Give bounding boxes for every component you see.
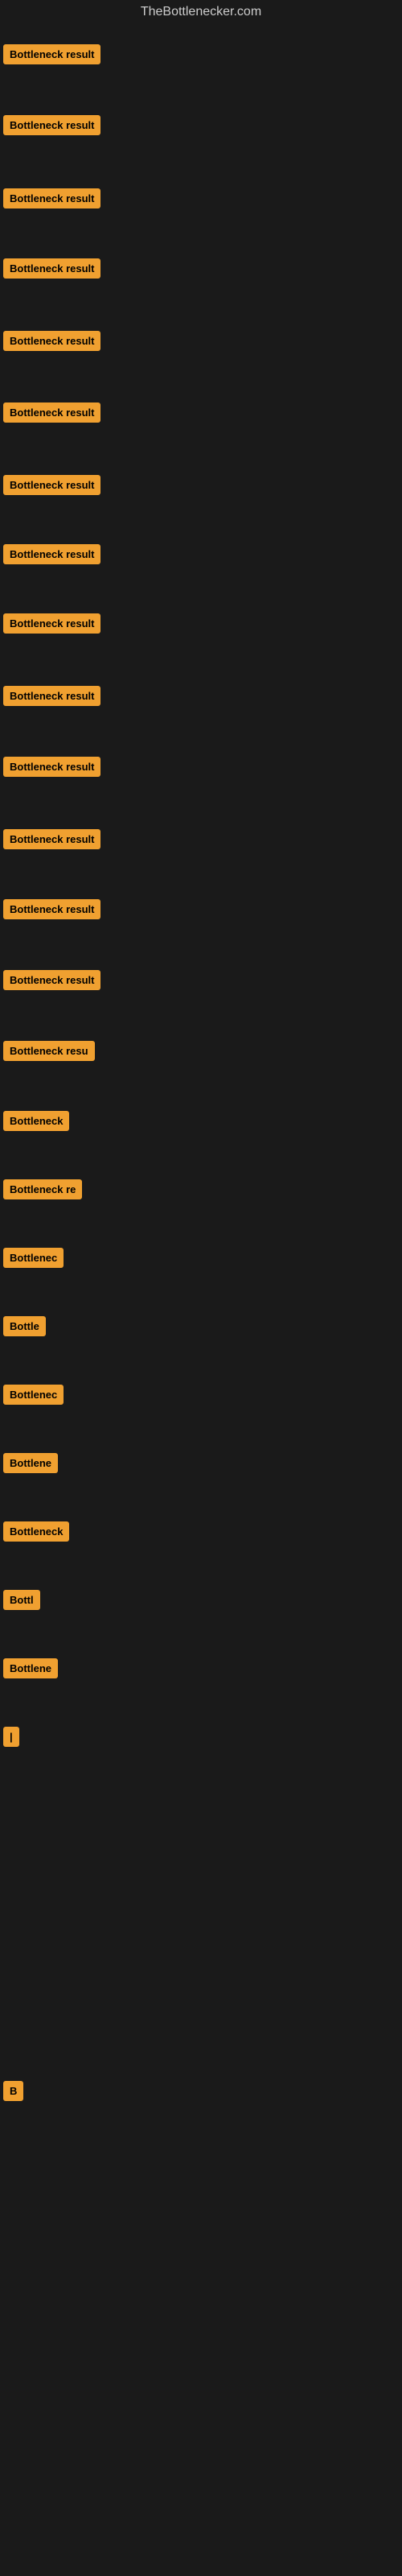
bottleneck-item-14: Bottleneck result [3,970,100,990]
bottleneck-badge-2[interactable]: Bottleneck result [3,115,100,135]
bottleneck-item-16: Bottleneck [3,1111,69,1131]
bottleneck-badge-21[interactable]: Bottlene [3,1453,58,1473]
bottleneck-item-15: Bottleneck resu [3,1041,95,1061]
bottleneck-badge-14[interactable]: Bottleneck result [3,970,100,990]
bottleneck-item-13: Bottleneck result [3,899,100,919]
bottleneck-item-20: Bottlenec [3,1385,64,1405]
bottleneck-item-24: Bottlene [3,1658,58,1678]
bottleneck-badge-10[interactable]: Bottleneck result [3,686,100,706]
site-title: TheBottlenecker.com [0,0,402,24]
bottleneck-badge-24[interactable]: Bottlene [3,1658,58,1678]
bottleneck-badge-11[interactable]: Bottleneck result [3,757,100,777]
page-wrapper: TheBottlenecker.com Bottleneck result Bot… [0,0,402,2576]
bottleneck-badge-22[interactable]: Bottleneck [3,1521,69,1542]
bottleneck-item-21: Bottlene [3,1453,58,1473]
bottleneck-item-3: Bottleneck result [3,188,100,208]
bottleneck-item-25: | [3,1727,19,1747]
bottleneck-item-12: Bottleneck result [3,829,100,849]
bottleneck-item-8: Bottleneck result [3,544,100,564]
bottleneck-badge-5[interactable]: Bottleneck result [3,331,100,351]
bottleneck-item-18: Bottlenec [3,1248,64,1268]
bottleneck-badge-25[interactable]: | [3,1727,19,1747]
bottleneck-item-1: Bottleneck result [3,44,100,64]
bottleneck-item-19: Bottle [3,1316,46,1336]
bottleneck-badge-13[interactable]: Bottleneck result [3,899,100,919]
bottleneck-item-7: Bottleneck result [3,475,100,495]
bottleneck-item-17: Bottleneck re [3,1179,82,1199]
bottleneck-badge-17[interactable]: Bottleneck re [3,1179,82,1199]
bottleneck-badge-7[interactable]: Bottleneck result [3,475,100,495]
bottleneck-item-26: B [3,2081,23,2101]
bottleneck-badge-20[interactable]: Bottlenec [3,1385,64,1405]
bottleneck-badge-3[interactable]: Bottleneck result [3,188,100,208]
bottleneck-item-10: Bottleneck result [3,686,100,706]
bottleneck-badge-4[interactable]: Bottleneck result [3,258,100,279]
bottleneck-badge-8[interactable]: Bottleneck result [3,544,100,564]
bottleneck-item-6: Bottleneck result [3,402,100,423]
bottleneck-badge-9[interactable]: Bottleneck result [3,613,100,634]
bottleneck-badge-18[interactable]: Bottlenec [3,1248,64,1268]
bottleneck-item-2: Bottleneck result [3,115,100,135]
bottleneck-item-22: Bottleneck [3,1521,69,1542]
bottleneck-badge-1[interactable]: Bottleneck result [3,44,100,64]
bottleneck-item-9: Bottleneck result [3,613,100,634]
bottleneck-badge-16[interactable]: Bottleneck [3,1111,69,1131]
bottleneck-item-23: Bottl [3,1590,40,1610]
bottleneck-badge-6[interactable]: Bottleneck result [3,402,100,423]
bottleneck-badge-26[interactable]: B [3,2081,23,2101]
bottleneck-item-5: Bottleneck result [3,331,100,351]
bottleneck-badge-23[interactable]: Bottl [3,1590,40,1610]
bottleneck-badge-15[interactable]: Bottleneck resu [3,1041,95,1061]
bottleneck-badge-19[interactable]: Bottle [3,1316,46,1336]
bottleneck-item-11: Bottleneck result [3,757,100,777]
bottleneck-item-4: Bottleneck result [3,258,100,279]
bottleneck-badge-12[interactable]: Bottleneck result [3,829,100,849]
